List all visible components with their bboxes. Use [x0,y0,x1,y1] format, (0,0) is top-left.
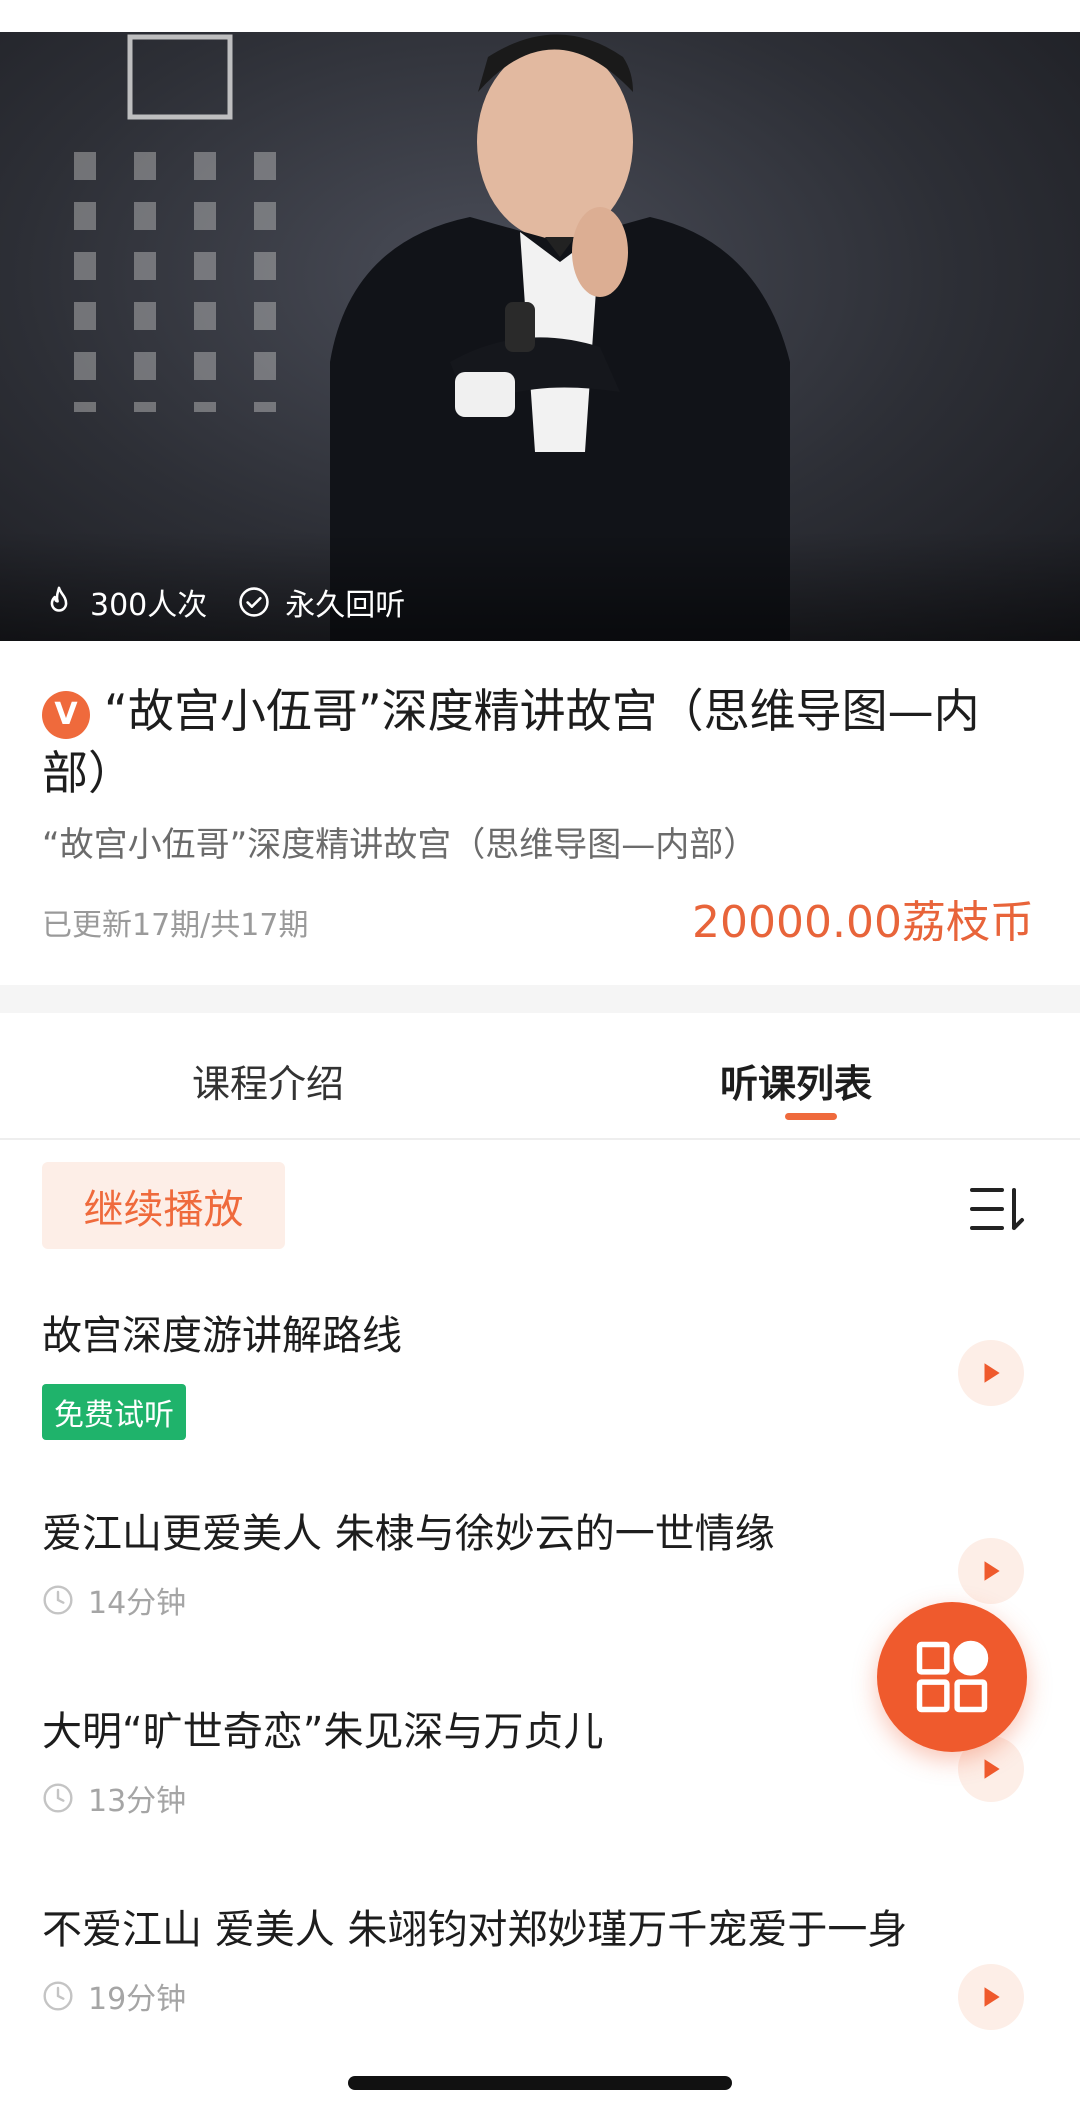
flame-icon [50,586,68,612]
play-button[interactable] [958,1538,1024,1604]
play-icon [984,1561,1000,1581]
check-circle-icon [239,587,269,617]
lesson-title: 故宫深度游讲解路线 [42,1313,402,1359]
lesson-item[interactable]: 爱江山更爱美人 朱棣与徐妙云的一世情缘 14分钟 [42,1506,1042,1622]
course-title-row: V “故宫小伍哥”深度精讲故宫（思维导图—内部） [42,680,1042,804]
lesson-duration: 13分钟 [42,1776,1042,1820]
free-trial-badge: 免费试听 [42,1384,186,1440]
floating-menu-button[interactable] [877,1602,1027,1752]
clock-icon [43,1783,73,1813]
course-title: “故宫小伍哥”深度精讲故宫（思维导图—内部） [42,684,980,800]
lesson-duration: 19分钟 [42,1974,1042,2018]
lesson-title: 爱江山更爱美人 朱棣与徐妙云的一世情缘 [42,1511,775,1557]
plays-stat: 300人次 [42,580,207,624]
lesson-duration: 14分钟 [42,1578,1042,1622]
episode-count: 已更新17期/共17期 [42,908,309,943]
course-meta: 已更新17期/共17期 20000.00荔枝币 [42,886,1042,948]
tab-course-intro[interactable]: 课程介绍 [192,1053,344,1108]
clock-icon [43,1585,73,1615]
replay-stat: 永久回听 [237,580,405,624]
tab-bar: 课程介绍 听课列表 [0,1013,1080,1140]
sort-list-icon[interactable] [968,1184,1028,1234]
play-button[interactable] [958,1964,1024,2030]
verified-icon: V [42,691,90,739]
grid-menu-icon [916,1640,989,1713]
clock-icon [43,1981,73,2011]
section-divider [0,985,1080,1013]
calligraphy-art [74,34,276,412]
course-subtitle: “故宫小伍哥”深度精讲故宫（思维导图—内部） [42,825,758,865]
lesson-title: 大明“旷世奇恋”朱见深与万贞儿 [42,1709,604,1755]
replay-label: 永久回听 [285,588,406,623]
play-icon [984,1987,1000,2007]
continue-play-button[interactable]: 继续播放 [42,1162,285,1249]
lesson-item[interactable]: 故宫深度游讲解路线 免费试听 [42,1308,1042,1440]
duration-text: 19分钟 [88,1982,187,2017]
play-icon [984,1363,1000,1383]
play-button[interactable] [958,1340,1024,1406]
home-indicator[interactable] [348,2076,732,2090]
plays-count: 300人次 [90,588,208,623]
course-cover: 300人次 永久回听 [0,32,1080,641]
duration-text: 13分钟 [88,1784,187,1819]
active-tab-indicator [785,1113,837,1120]
tab-lesson-list[interactable]: 听课列表 [720,1053,872,1108]
cover-stats: 300人次 永久回听 [42,580,435,624]
lesson-item[interactable]: 不爱江山 爱美人 朱翊钧对郑妙瑾万千宠爱于一身 19分钟 [42,1902,1042,2018]
course-header: V “故宫小伍哥”深度精讲故宫（思维导图—内部） “故宫小伍哥”深度精讲故宫（思… [42,680,1042,948]
lesson-title: 不爱江山 爱美人 朱翊钧对郑妙瑾万千宠爱于一身 [42,1907,908,1953]
course-price: 20000.00荔枝币 [692,897,1034,948]
play-icon [984,1759,1000,1779]
duration-text: 14分钟 [88,1586,187,1621]
